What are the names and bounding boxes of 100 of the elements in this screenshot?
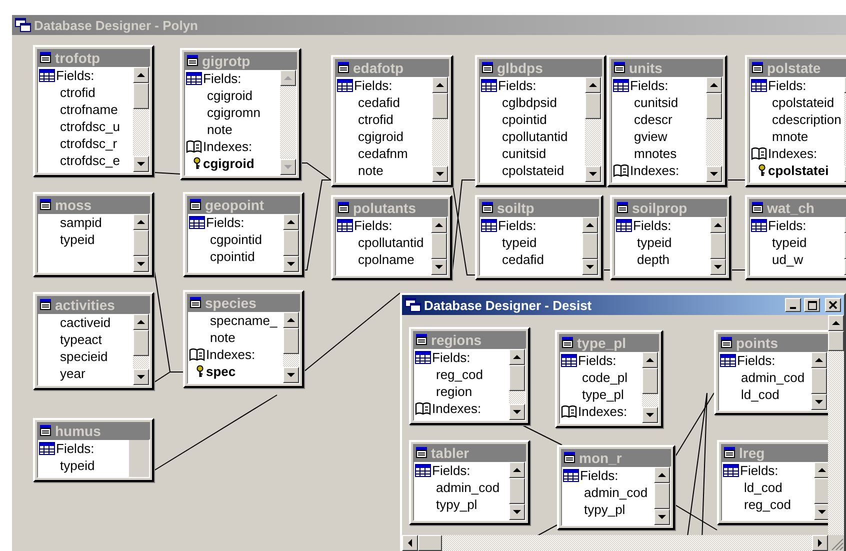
table-card[interactable]: type_pl Fields: code_pl type_pl Indexes: [555,330,663,428]
scrollbar[interactable] [133,214,149,272]
scroll-thumb[interactable] [585,93,601,119]
field-list[interactable]: Fields: cedafid ctrofid cgigroid cedafnm note [335,76,449,183]
scroll-thumb[interactable] [432,93,448,119]
table-card[interactable]: mon_r Fields: admin_cod typy_pl [557,445,675,530]
scrollbar[interactable] [283,214,299,272]
field-list[interactable]: Fields: ld_cod reg_cod [721,461,828,521]
table-card[interactable]: polutants Fields: cpollutantid cpolname [331,195,452,280]
scroll-up-button[interactable] [133,67,149,83]
scrollbar[interactable] [811,352,827,410]
table-card[interactable]: regions Fields: reg_cod region Indexes: [409,327,530,425]
field-list[interactable]: Fields: typeid cedafid [479,216,599,276]
scroll-down-button[interactable] [283,256,299,272]
scroll-down-button[interactable] [654,509,670,525]
field-list[interactable]: Fields: typeid ud_w [749,216,846,276]
table-card[interactable]: trofotp Fields: ctrofid ctrofname ctrofdsc_u ctrofdsc_r ctrofdsc_e [33,45,154,177]
scroll-thumb[interactable] [811,368,827,394]
table-card[interactable]: moss sampid typeid [33,192,154,277]
scroll-up-button[interactable] [828,315,844,331]
scroll-down-button[interactable] [710,259,726,275]
vertical-scrollbar[interactable] [828,315,844,535]
scroll-thumb[interactable] [283,328,299,354]
scroll-up-button[interactable] [814,462,828,478]
scroll-up-button[interactable] [654,467,670,483]
field-list[interactable]: Fields: code_pl type_pl Indexes: [559,351,659,424]
scroll-down-button[interactable] [133,156,149,172]
scrollbar[interactable] [710,217,726,275]
field-list[interactable]: specname_ note Indexes: spec [187,311,300,384]
scrollbar[interactable] [509,462,525,520]
table-card[interactable]: activities cactiveid typeact specieid year [33,292,154,390]
table-card[interactable]: wat_ch Fields: typeid ud_w [745,195,846,280]
scroll-down-button[interactable] [509,404,525,420]
scrollbar[interactable] [432,77,448,182]
scroll-up-button[interactable] [133,214,149,230]
scrollbar[interactable] [642,352,658,423]
scroll-down-button[interactable] [133,369,149,385]
scroll-thumb[interactable] [654,483,670,509]
scroll-thumb[interactable] [509,478,525,504]
scroll-up-button[interactable] [509,462,525,478]
table-card[interactable]: glbdps Fields: cglbdpsid cpointid cpollutantid cunitsid cpolstateid [475,55,606,187]
scroll-thumb[interactable] [133,330,149,356]
horizontal-scrollbar[interactable] [402,535,844,551]
table-card[interactable]: points Fields: admin_cod ld_cod [714,330,828,415]
scroll-down-button[interactable] [432,166,448,182]
scrollbar[interactable] [585,77,601,182]
table-card[interactable]: tabler Fields: admin_cod typy_pl [409,440,530,525]
field-list[interactable]: Fields: typeid depth [614,216,727,276]
scrollbar[interactable] [431,217,447,275]
scrollbar[interactable] [654,467,670,525]
scroll-up-button[interactable] [431,217,447,233]
field-list[interactable]: Fields: reg_cod region Indexes: [413,348,526,421]
scrollbar[interactable] [706,77,722,182]
scroll-up-button[interactable] [811,352,827,368]
field-list[interactable]: cactiveid typeact specieid year [37,313,150,386]
scroll-thumb[interactable] [706,93,722,119]
scroll-up-button[interactable] [710,217,726,233]
scroll-down-button[interactable] [585,166,601,182]
table-card[interactable]: units Fields: cunitsid cdescr gview mnotes Indexes: [607,55,727,187]
field-list[interactable]: Fields: admin_cod typy_pl [561,466,671,526]
child-window[interactable] [400,293,846,551]
scrollbar[interactable] [509,349,525,420]
field-list[interactable]: Fields: ctrofid ctrofname ctrofdsc_u ctrofdsc_r ctrofdsc_e [37,66,150,173]
scroll-down-button[interactable] [814,504,828,520]
maximize-button[interactable] [804,298,820,312]
scroll-thumb[interactable] [133,83,149,109]
scroll-thumb[interactable] [814,478,828,504]
scroll-thumb[interactable] [283,230,299,256]
table-card[interactable]: lreg Fields: ld_cod reg_cod [717,440,828,525]
scroll-down-button[interactable] [509,504,525,520]
table-card[interactable]: humus Fields: typeid [33,418,154,482]
scroll-up-button[interactable] [706,77,722,93]
scroll-left-button[interactable] [402,535,418,551]
scroll-up-button[interactable] [432,77,448,93]
field-list[interactable]: Fields: cglbdpsid cpointid cpollutantid cunitsid cpolstateid [479,76,602,183]
scroll-down-button[interactable] [582,259,598,275]
scroll-thumb[interactable] [582,233,598,259]
scroll-up-button[interactable] [283,214,299,230]
scroll-thumb[interactable] [431,233,447,259]
scroll-up-button[interactable] [509,349,525,365]
scroll-down-button[interactable] [283,367,299,383]
scroll-up-button[interactable] [585,77,601,93]
field-list[interactable]: sampid typeid [37,213,150,273]
table-card[interactable]: soiltp Fields: typeid cedafid [475,195,603,280]
scroll-thumb[interactable] [642,368,658,394]
field-list[interactable]: Fields: cunitsid cdescr gview mnotes Indexes: [611,76,723,183]
field-list[interactable]: Fields: typeid [37,439,150,478]
scroll-up-button[interactable] [642,352,658,368]
table-card[interactable]: species specname_ note Indexes: spec [183,290,304,388]
scroll-up-button[interactable] [133,314,149,330]
scroll-down-button[interactable] [133,256,149,272]
scroll-up-button[interactable] [283,312,299,328]
table-card[interactable]: geopoint Fields: cgpointid cpointid [183,192,304,277]
field-list[interactable]: Fields: admin_cod ld_cod [718,351,828,411]
scroll-down-button[interactable] [642,407,658,423]
scrollbar[interactable] [133,314,149,385]
scrollbar[interactable] [283,312,299,383]
minimize-button[interactable] [785,298,801,312]
scroll-down-button[interactable] [811,394,827,410]
scroll-thumb[interactable] [133,230,149,256]
